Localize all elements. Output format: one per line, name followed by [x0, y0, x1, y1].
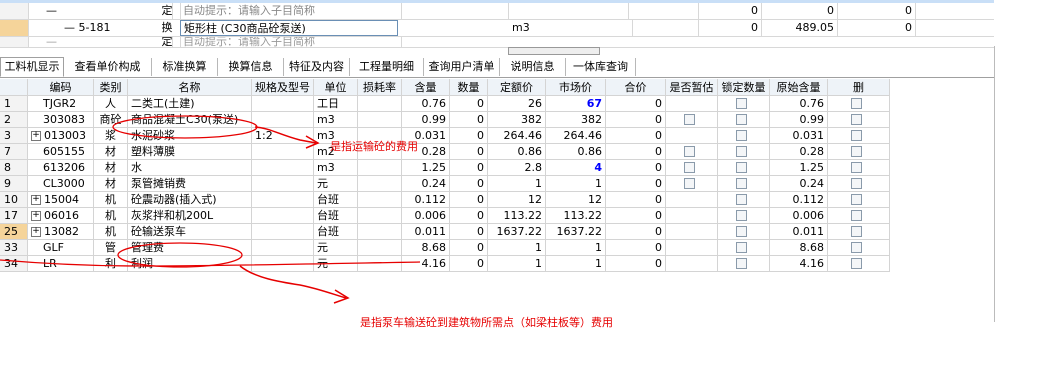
- annotation-note-pump: 是指泵车输送砼到建筑物所需点（如梁柱板等）费用: [360, 316, 613, 329]
- highlight-ellipse-concrete: [112, 115, 258, 139]
- arrow-line-pump: [239, 265, 347, 299]
- highlight-ellipse-pump: [117, 242, 243, 268]
- annotation-note-transport: 是指运输砼的费用: [330, 140, 418, 153]
- underline-pump: [0, 259, 421, 267]
- arrow-line-concrete: [254, 126, 317, 144]
